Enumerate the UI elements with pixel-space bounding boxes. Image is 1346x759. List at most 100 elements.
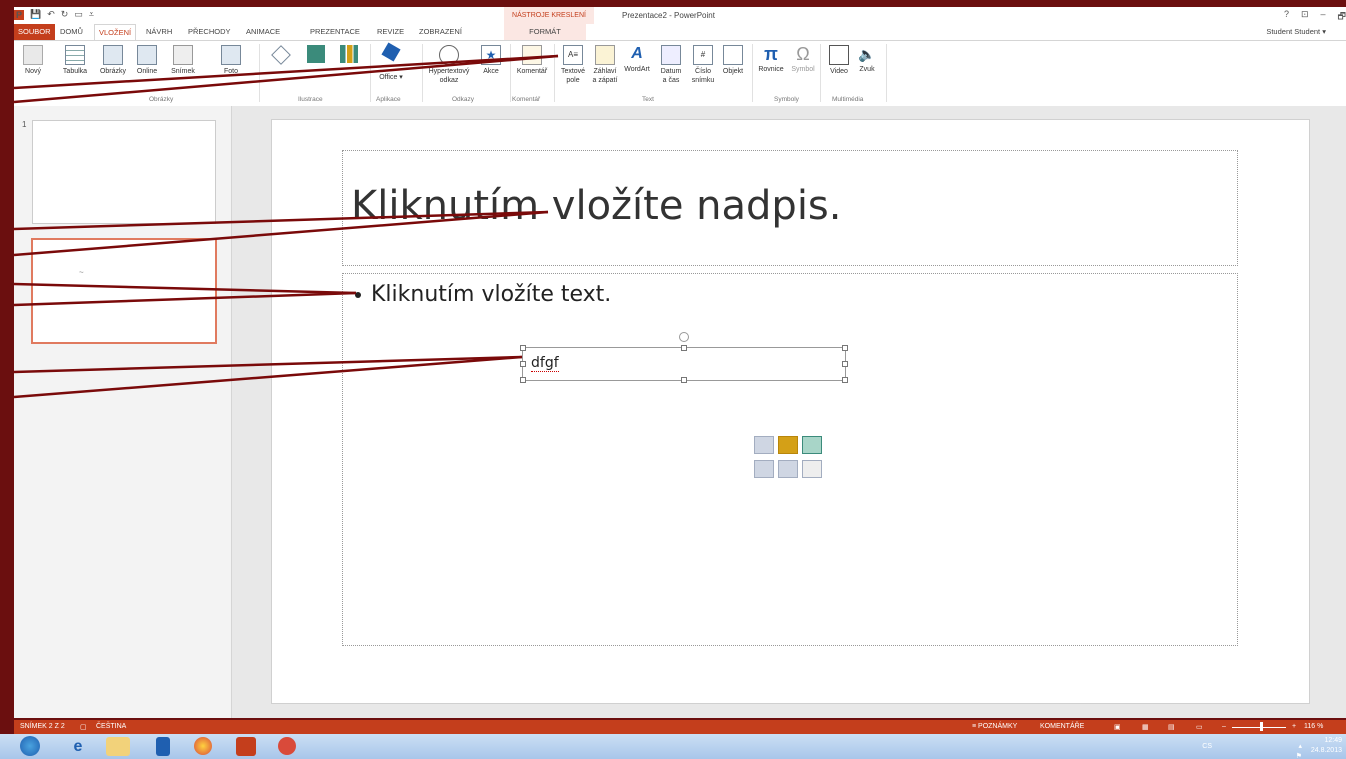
powerpoint-logo-icon[interactable]: P <box>14 9 24 20</box>
tab-home[interactable]: DOMŮ <box>56 24 87 40</box>
chart-button[interactable] <box>332 45 366 65</box>
chart-icon <box>340 45 358 63</box>
tab-animations[interactable]: ANIMACE <box>242 24 284 40</box>
tab-insert[interactable]: VLOŽENÍ <box>94 24 137 41</box>
zoom-out-button[interactable]: – <box>1222 723 1226 730</box>
tab-view[interactable]: ZOBRAZENÍ <box>415 24 466 40</box>
resize-handle[interactable] <box>520 377 526 383</box>
app-taskbar-icon[interactable] <box>278 737 296 755</box>
insert-online-picture-icon[interactable] <box>778 460 798 478</box>
tab-transitions[interactable]: PŘECHODY <box>184 24 235 40</box>
hyperlink-button[interactable]: Hypertextový odkaz <box>424 45 474 85</box>
screenshot-button[interactable]: Snímek <box>166 45 200 76</box>
tab-review[interactable]: REVIZE <box>373 24 408 40</box>
zoom-in-button[interactable]: + <box>1292 723 1296 730</box>
tab-design[interactable]: NÁVRH <box>142 24 176 40</box>
clock-time[interactable]: 12:49 <box>1311 736 1342 746</box>
online-pictures-button[interactable]: Online <box>130 45 164 76</box>
resize-handle[interactable] <box>842 377 848 383</box>
zoom-slider-thumb[interactable] <box>1260 722 1263 731</box>
chrome-icon[interactable] <box>194 737 212 755</box>
redo-icon[interactable]: ↻ <box>61 9 69 20</box>
new-slide-button[interactable]: Nový <box>16 45 50 76</box>
photo-album-button[interactable]: Foto <box>214 45 248 76</box>
input-language[interactable]: CS <box>1202 742 1212 752</box>
zoom-level[interactable]: 116 % <box>1304 723 1323 730</box>
customize-qat-icon[interactable]: ⩡ <box>89 9 94 20</box>
user-account[interactable]: Student Student ▾ <box>1266 27 1326 36</box>
resize-handle[interactable] <box>681 345 687 351</box>
tab-file[interactable]: SOUBOR <box>14 24 55 40</box>
smartart-button[interactable] <box>299 45 333 65</box>
slideshow-icon[interactable]: ▭ <box>1196 723 1203 731</box>
resize-handle[interactable] <box>681 377 687 383</box>
resize-handle[interactable] <box>842 345 848 351</box>
audio-button[interactable]: 🔈 Zvuk <box>850 45 884 74</box>
omega-icon: Ω <box>796 44 810 64</box>
group-separator <box>820 44 821 102</box>
insert-picture-icon[interactable] <box>754 460 774 478</box>
restore-button[interactable]: 🗗 <box>1338 9 1346 25</box>
video-icon <box>829 45 849 65</box>
date-time-button[interactable]: Datum a čas <box>654 45 688 85</box>
symbol-button[interactable]: Ω Symbol <box>786 45 820 74</box>
ribbon-display-options-icon[interactable]: ⊡ <box>1301 9 1309 25</box>
table-button[interactable]: Tabulka <box>58 45 92 76</box>
normal-view-icon[interactable]: ▣ <box>1114 723 1121 731</box>
header-footer-icon <box>595 45 615 65</box>
file-explorer-icon[interactable] <box>106 737 130 756</box>
insert-table-icon[interactable] <box>754 436 774 454</box>
insert-smartart-icon[interactable] <box>802 436 822 454</box>
slide-thumbnail-2[interactable]: ~ <box>31 238 217 344</box>
clock-date[interactable]: 24.8.2013 <box>1311 746 1342 756</box>
store-button[interactable]: Office ▾ <box>374 42 408 82</box>
start-from-beginning-icon[interactable]: ▭ <box>74 9 83 20</box>
text-box[interactable]: dfgf <box>520 332 848 383</box>
rotate-handle-icon[interactable] <box>679 332 689 342</box>
resize-handle[interactable] <box>520 345 526 351</box>
reading-view-icon[interactable]: ▤ <box>1168 723 1175 731</box>
insert-video-icon[interactable] <box>802 460 822 478</box>
pictures-button[interactable]: Obrázky <box>96 45 130 76</box>
comment-button[interactable]: Komentář <box>512 45 552 76</box>
insert-chart-icon[interactable] <box>778 436 798 454</box>
resize-handle[interactable] <box>520 361 526 367</box>
undo-icon[interactable]: ↶ <box>47 9 55 20</box>
outlook-icon[interactable] <box>156 737 170 756</box>
text-box-content[interactable]: dfgf <box>531 355 559 372</box>
textbox-button[interactable]: A≡ Textové pole <box>556 45 590 85</box>
save-icon[interactable]: 💾 <box>30 9 41 20</box>
title-placeholder[interactable]: Kliknutím vložíte nadpis. <box>342 150 1238 266</box>
thumbnail-text-mark: ~ <box>79 268 84 277</box>
status-bar: SNÍMEK 2 Z 2 ▢ ČEŠTINA ≡ POZNÁMKY KOMENT… <box>14 720 1346 734</box>
table-icon <box>65 45 85 65</box>
language-indicator[interactable]: ČEŠTINA <box>96 723 126 730</box>
bullet-dot <box>355 292 361 298</box>
minimize-button[interactable]: – <box>1321 9 1326 25</box>
zoom-slider[interactable] <box>1232 727 1286 728</box>
equation-button[interactable]: π Rovnice <box>754 45 788 74</box>
notes-button[interactable]: ≡ POZNÁMKY <box>972 723 1017 730</box>
action-button[interactable]: ★ Akce <box>474 45 508 76</box>
tab-format[interactable]: FORMÁT <box>504 24 586 40</box>
tray-icons[interactable]: ▴ ⚑ ▣ ▤ 🔈 <box>1293 742 1302 759</box>
slide-counter: SNÍMEK 2 Z 2 <box>20 723 65 730</box>
object-button[interactable]: Objekt <box>716 45 750 76</box>
header-footer-button[interactable]: Záhlaví a zápatí <box>588 45 622 85</box>
slide-sorter-icon[interactable]: ▦ <box>1142 723 1149 731</box>
tab-slideshow[interactable]: PREZENTACE <box>306 24 364 40</box>
start-button[interactable] <box>20 736 40 756</box>
shapes-button[interactable] <box>264 45 298 65</box>
comment-icon <box>522 45 542 65</box>
powerpoint-taskbar-icon[interactable] <box>236 737 256 756</box>
spellcheck-icon[interactable]: ▢ <box>80 723 87 731</box>
slide-thumbnail-1[interactable] <box>32 120 216 224</box>
help-button[interactable]: ? <box>1284 9 1289 25</box>
internet-explorer-icon[interactable]: e <box>66 737 90 756</box>
wordart-button[interactable]: A WordArt <box>620 45 654 74</box>
group-separator <box>259 44 260 102</box>
group-separator <box>370 44 371 102</box>
comments-button[interactable]: KOMENTÁŘE <box>1040 723 1084 730</box>
slide-number-button[interactable]: # Číslo snímku <box>686 45 720 85</box>
resize-handle[interactable] <box>842 361 848 367</box>
